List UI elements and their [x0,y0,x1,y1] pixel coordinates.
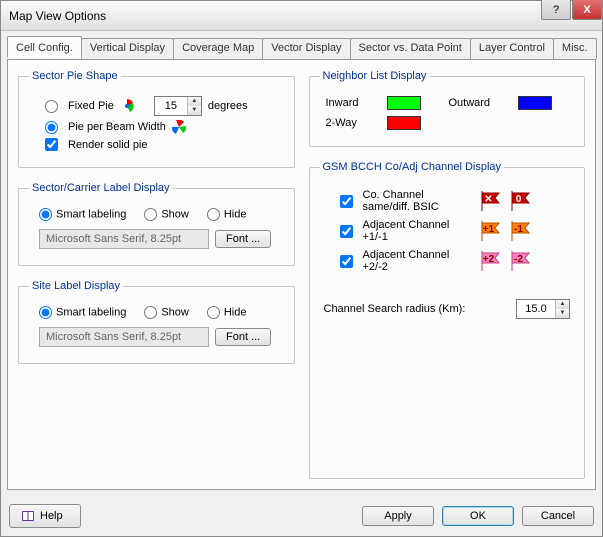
adj2-channel-checkbox[interactable] [340,255,353,268]
pie-per-beam-radio[interactable] [45,121,58,134]
cancel-button[interactable]: Cancel [522,506,594,526]
spin-down-icon[interactable]: ▼ [188,106,201,115]
sl-show-radio[interactable] [144,306,157,319]
adj1-channel-checkbox[interactable] [340,225,353,238]
sector-carrier-label-group: Sector/Carrier Label Display Smart label… [18,182,295,266]
tab-vertical-display[interactable]: Vertical Display [81,38,174,59]
degrees-label: degrees [208,100,248,112]
sector-pie-shape-group: Sector Pie Shape Fixed Pie ▲▼ degrees [18,70,295,168]
neighbor-2way-label: 2-Way [326,117,375,129]
book-icon [20,508,36,524]
adj2-channel-label: Adjacent Channel +2/-2 [363,249,473,273]
fixed-pie-icon [120,99,134,113]
right-column: Neighbor List Display Inward Outward 2-W… [309,70,586,479]
neighbor-inward-swatch[interactable] [387,96,421,110]
spin-down-icon[interactable]: ▼ [556,309,569,318]
site-label-legend: Site Label Display [29,280,123,292]
neighbor-outward-label: Outward [448,97,506,109]
scl-smart-radio[interactable] [39,208,52,221]
site-label-group: Site Label Display Smart labeling Show H… [18,280,295,364]
adj1-flag-2-icon: -1 [509,221,533,241]
titlebar: Map View Options ? X [1,1,602,31]
neighbor-outward-swatch[interactable] [518,96,552,110]
tab-panel: Sector Pie Shape Fixed Pie ▲▼ degrees [7,59,596,490]
search-radius-label: Channel Search radius (Km): [324,303,466,315]
scl-hide-radio[interactable] [207,208,220,221]
dialog-footer: Help Apply OK Cancel [1,496,602,536]
spin-up-icon[interactable]: ▲ [556,300,569,309]
scl-font-display: Microsoft Sans Serif, 8.25pt [39,229,209,249]
scl-font-button[interactable]: Font ... [215,230,271,248]
neighbor-list-group: Neighbor List Display Inward Outward 2-W… [309,70,586,147]
pie-per-beam-label: Pie per Beam Width [68,121,166,133]
co-channel-label: Co. Channel same/diff. BSIC [363,189,473,213]
render-solid-label: Render solid pie [68,139,148,151]
neighbor-inward-label: Inward [326,97,375,109]
spin-up-icon[interactable]: ▲ [188,97,201,106]
tabstrip: Cell Config. Vertical Display Coverage M… [7,38,596,60]
window-title: Map View Options [9,9,106,23]
scl-show-radio[interactable] [144,208,157,221]
titlebar-close-button[interactable]: X [572,0,602,20]
search-radius-spinner[interactable]: ▲▼ [516,299,570,319]
sl-smart-radio[interactable] [39,306,52,319]
degrees-input[interactable] [155,97,187,115]
sl-hide-radio[interactable] [207,306,220,319]
tab-coverage-map[interactable]: Coverage Map [173,38,263,59]
help-button[interactable]: Help [9,504,81,528]
adj1-channel-label: Adjacent Channel +1/-1 [363,219,473,243]
titlebar-help-button[interactable]: ? [541,0,571,20]
apply-button[interactable]: Apply [362,506,434,526]
gsm-bcch-legend: GSM BCCH Co/Adj Channel Display [320,161,505,173]
dialog-window: Map View Options ? X Cell Config. Vertic… [0,0,603,537]
sector-carrier-legend: Sector/Carrier Label Display [29,182,173,194]
left-column: Sector Pie Shape Fixed Pie ▲▼ degrees [18,70,295,479]
beam-pie-icon [172,120,186,134]
adj1-flag-1-icon: +1 [479,221,503,241]
neighbor-2way-swatch[interactable] [387,116,421,130]
sector-pie-legend: Sector Pie Shape [29,70,121,82]
render-solid-checkbox[interactable] [45,138,58,151]
tab-misc[interactable]: Misc. [553,38,597,59]
tab-sector-vs-datapoint[interactable]: Sector vs. Data Point [350,38,471,59]
search-radius-input[interactable] [517,300,555,318]
co-flag-2-icon: 0 [509,191,533,211]
sl-font-button[interactable]: Font ... [215,328,271,346]
tab-vector-display[interactable]: Vector Display [262,38,350,59]
content-area: Cell Config. Vertical Display Coverage M… [1,31,602,496]
co-channel-checkbox[interactable] [340,195,353,208]
fixed-pie-radio[interactable] [45,100,58,113]
adj2-flag-1-icon: +2 [479,251,503,271]
tab-cell-config[interactable]: Cell Config. [7,36,82,58]
fixed-pie-label: Fixed Pie [68,100,114,112]
sl-font-display: Microsoft Sans Serif, 8.25pt [39,327,209,347]
neighbor-legend: Neighbor List Display [320,70,430,82]
adj2-flag-2-icon: -2 [509,251,533,271]
ok-button[interactable]: OK [442,506,514,526]
gsm-bcch-group: GSM BCCH Co/Adj Channel Display Co. Chan… [309,161,586,479]
degrees-spinner[interactable]: ▲▼ [154,96,202,116]
tab-layer-control[interactable]: Layer Control [470,38,554,59]
co-flag-1-icon: ✕ [479,191,503,211]
